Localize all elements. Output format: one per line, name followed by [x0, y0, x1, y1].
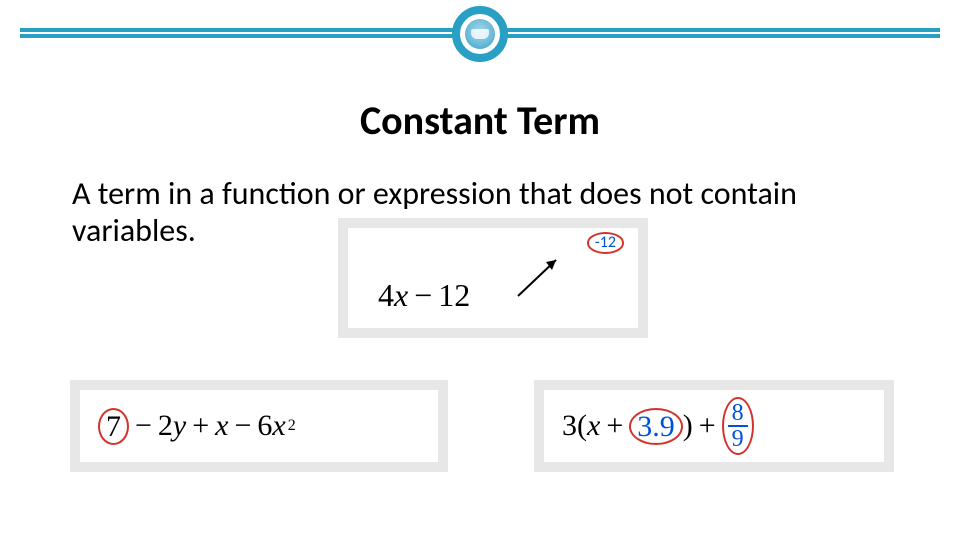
constant-callout: -12: [587, 232, 624, 254]
example-1: -12 4x−12: [338, 218, 648, 338]
expression-2: 7 − 2y + x − 6x2: [98, 400, 420, 452]
var-x2: x: [272, 409, 285, 443]
minus-op: −: [129, 409, 158, 443]
coef-2: 2: [158, 409, 173, 443]
var-x: x: [394, 277, 408, 313]
expression-3: 3(x + 3.9) + 8 9: [562, 400, 866, 452]
minus-op-2: −: [229, 409, 258, 443]
const-7-value: 7: [106, 410, 121, 443]
plus-op: +: [600, 409, 629, 443]
page-title: Constant Term: [0, 96, 960, 145]
term-12: 12: [438, 277, 470, 313]
lparen: (: [577, 409, 587, 443]
logo-icon: [465, 19, 495, 49]
constant-fraction: 8 9: [722, 397, 754, 455]
expression-1: 4x−12: [378, 277, 470, 314]
plus-op: +: [186, 409, 215, 443]
rparen: ): [683, 409, 693, 443]
coef-3: 3: [562, 409, 577, 443]
constant-3-9: 3.9: [629, 408, 683, 445]
var-y: y: [173, 409, 186, 443]
arrow-icon: [514, 254, 564, 300]
var-x: x: [215, 409, 228, 443]
plus-op-2: +: [693, 409, 722, 443]
const-3-9-value: 3.9: [637, 410, 675, 443]
coef: 4: [378, 277, 394, 313]
fraction-num: 8: [728, 401, 748, 427]
fraction-den: 9: [728, 427, 748, 451]
example-3: 3(x + 3.9) + 8 9: [534, 380, 894, 472]
coef-6: 6: [257, 409, 272, 443]
example-2: 7 − 2y + x − 6x2: [70, 380, 448, 472]
minus-op: −: [408, 277, 438, 313]
constant-7: 7: [98, 408, 129, 445]
exponent-2: 2: [286, 417, 296, 435]
callout-value: -12: [595, 233, 616, 252]
fraction-8-9: 8 9: [728, 401, 748, 451]
school-logo: [452, 6, 508, 62]
var-x: x: [587, 409, 600, 443]
